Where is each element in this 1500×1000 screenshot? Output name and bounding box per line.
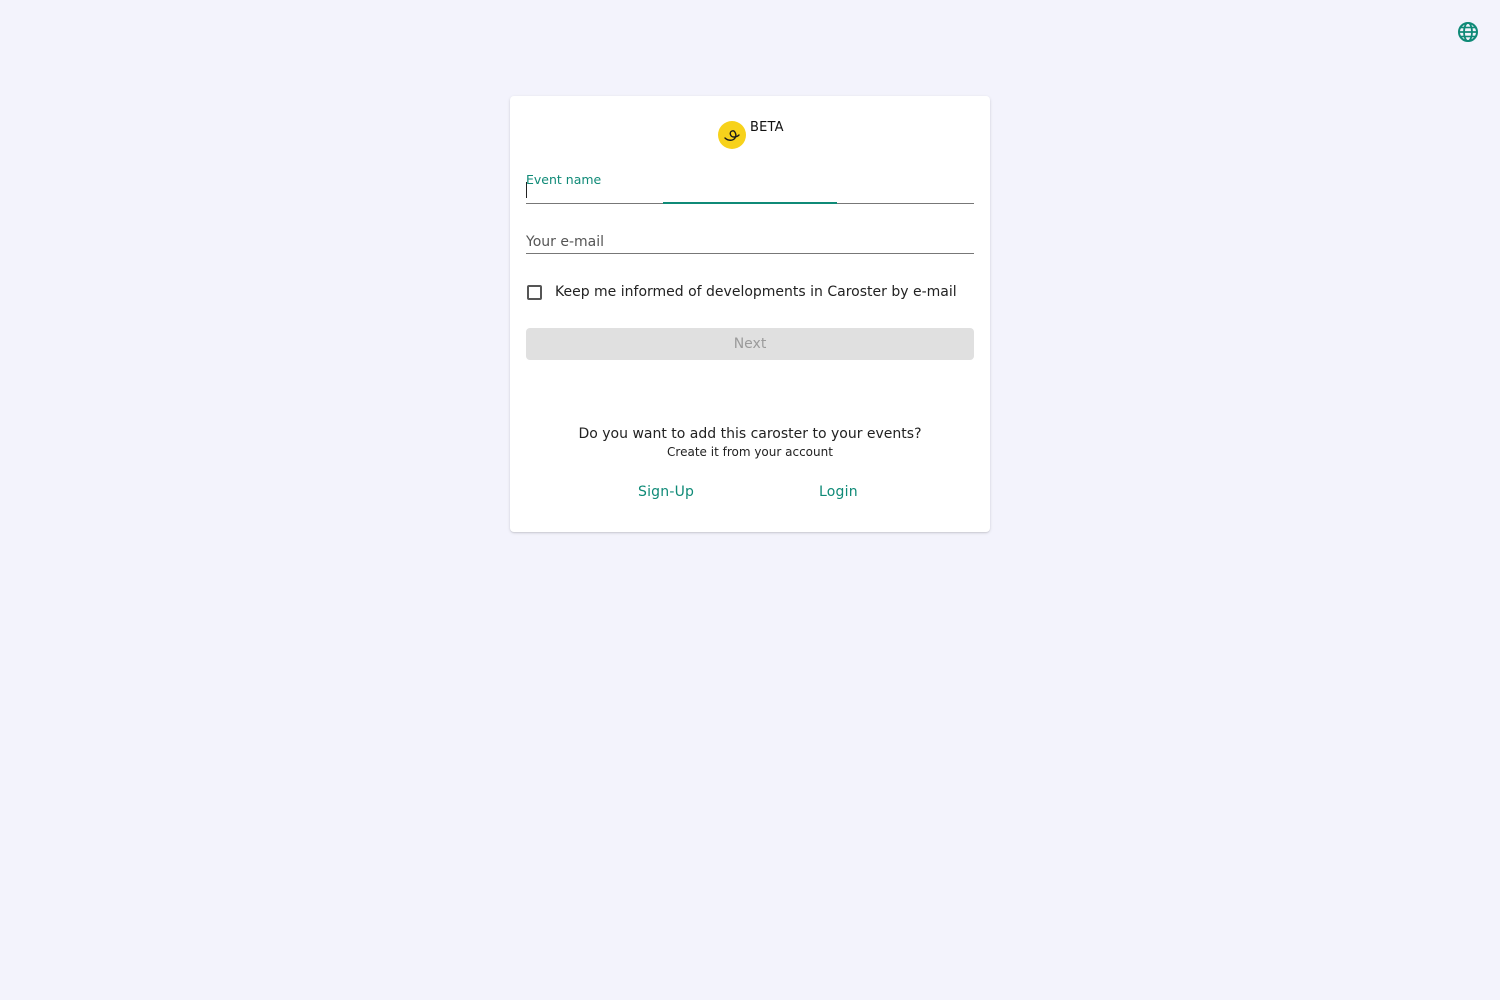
login-button[interactable]: Login (819, 484, 858, 500)
signup-button[interactable]: Sign-Up (638, 484, 694, 500)
email-input[interactable] (526, 230, 974, 254)
event-name-label: Event name (526, 172, 602, 187)
newsletter-label[interactable]: Keep me informed of developments in Caro… (555, 284, 957, 300)
create-event-card: BETA Event name Keep me informed of deve… (510, 96, 990, 532)
newsletter-checkbox[interactable] (527, 284, 542, 300)
logo: BETA (717, 120, 787, 152)
language-button[interactable] (1456, 20, 1480, 44)
event-name-focus-underline (663, 202, 837, 204)
account-subtext: Create it from your account (667, 445, 833, 459)
globe-icon (1458, 22, 1478, 42)
text-caret (526, 182, 527, 198)
email-field[interactable] (526, 230, 974, 254)
event-name-field[interactable]: Event name (526, 172, 974, 204)
next-button[interactable]: Next (526, 328, 974, 360)
caroster-logo-icon (718, 121, 746, 149)
beta-badge: BETA (750, 120, 784, 135)
email-underline (526, 253, 974, 254)
newsletter-option[interactable]: Keep me informed of developments in Caro… (526, 282, 974, 302)
account-question: Do you want to add this caroster to your… (578, 426, 922, 442)
